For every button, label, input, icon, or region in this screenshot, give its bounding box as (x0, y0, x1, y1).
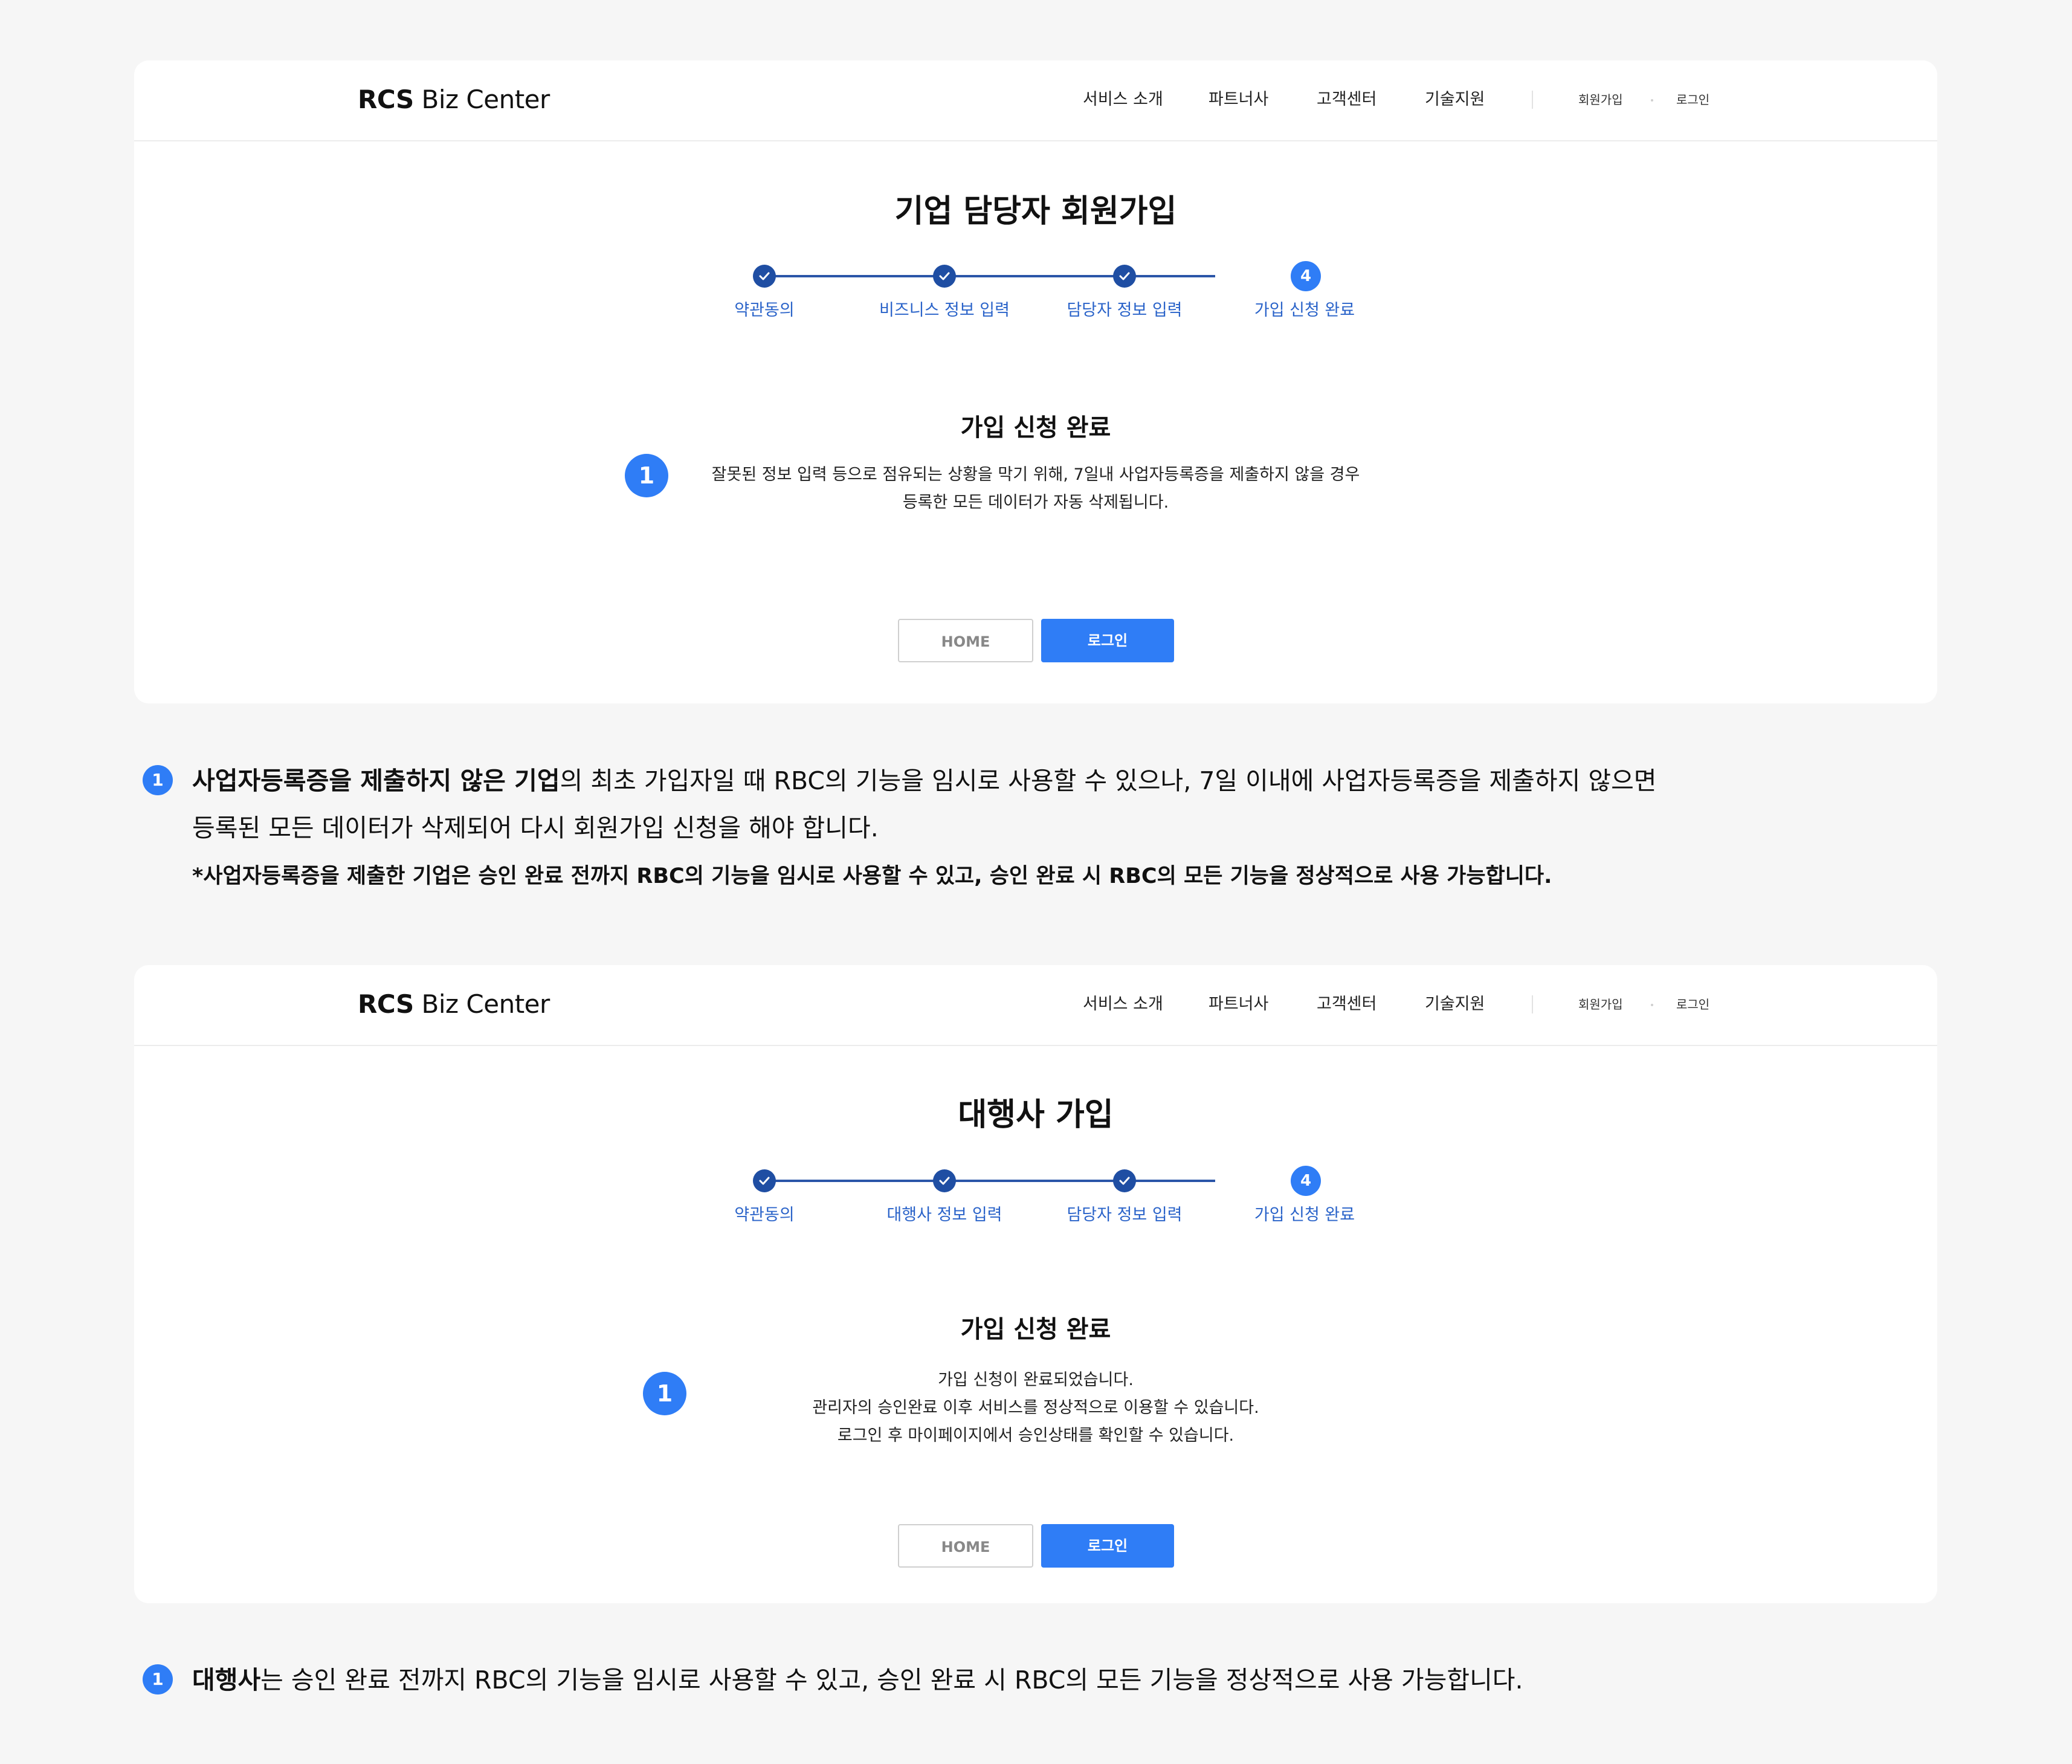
note-number-badge-icon: 1 (143, 765, 173, 795)
note1-line-1: 사업자등록증을 제출하지 않은 기업의 최초 가입자일 때 RBC의 기능을 임… (192, 763, 1657, 799)
message-line-1: 잘못된 정보 입력 등으로 점유되는 상황을 막기 위해, 7일내 사업자등록증… (711, 465, 1360, 484)
message-line-3: 로그인 후 마이페이지에서 승인상태를 확인할 수 있습니다. (837, 1426, 1234, 1445)
top-navigation: RCS Biz Center 서비스 소개 파트너사 고객센터 기술지원 회원가… (134, 965, 1937, 1046)
completion-title: 가입 신청 완료 (960, 414, 1111, 442)
logo-bold: RCS (358, 989, 414, 1019)
top-navigation: RCS Biz Center 서비스 소개 파트너사 고객센터 기술지원 회원가… (134, 60, 1937, 141)
agency-signup-screenshot: RCS Biz Center 서비스 소개 파트너사 고객센터 기술지원 회원가… (134, 965, 1937, 1603)
step-label-manager-info: 담당자 정보 입력 (1067, 1206, 1183, 1224)
step-label-complete: 가입 신청 완료 (1254, 301, 1355, 320)
completion-message: 잘못된 정보 입력 등으로 점유되는 상황을 막기 위해, 7일내 사업자등록증… (134, 461, 1937, 517)
step-2-check-icon (933, 265, 956, 288)
step-1-check-icon (753, 1169, 776, 1192)
message-line-2: 관리자의 승인완료 이후 서비스를 정상적으로 이용할 수 있습니다. (812, 1398, 1259, 1417)
step-1-check-icon (753, 265, 776, 288)
step-label-manager-info: 담당자 정보 입력 (1067, 301, 1183, 320)
completion-title: 가입 신청 완료 (960, 1316, 1111, 1343)
step-3-check-icon (1113, 1169, 1136, 1192)
nav-service-intro[interactable]: 서비스 소개 (1083, 992, 1163, 1016)
nav-divider (1532, 995, 1533, 1013)
note1-emphasis: 사업자등록증을 제출하지 않은 기업 (192, 766, 560, 795)
logo-text: Biz Center (413, 85, 550, 114)
home-button[interactable]: HOME (898, 1524, 1033, 1568)
nav-customer-center[interactable]: 고객센터 (1317, 992, 1376, 1016)
note2-line-1: 대행사는 승인 완료 전까지 RBC의 기능을 임시로 사용할 수 있고, 승인… (192, 1662, 1523, 1698)
util-separator (1651, 99, 1653, 102)
step-3-check-icon (1113, 265, 1136, 288)
nav-customer-center[interactable]: 고객센터 (1317, 88, 1376, 112)
login-button[interactable]: 로그인 (1041, 1524, 1174, 1568)
step-label-terms: 약관동의 (734, 1206, 795, 1224)
message-line-2: 등록한 모든 데이터가 자동 삭제됩니다. (902, 493, 1169, 512)
step-connector (764, 275, 1215, 277)
home-button[interactable]: HOME (898, 619, 1033, 662)
completion-message: 가입 신청이 완료되었습니다. 관리자의 승인완료 이후 서비스를 정상적으로 … (134, 1366, 1937, 1450)
step-connector (764, 1180, 1215, 1182)
signup-link[interactable]: 회원가입 (1578, 89, 1623, 110)
nav-partners[interactable]: 파트너사 (1209, 88, 1268, 112)
step-label-business-info: 비즈니스 정보 입력 (879, 301, 1010, 320)
nav-service-intro[interactable]: 서비스 소개 (1083, 88, 1163, 112)
corporate-signup-screenshot: RCS Biz Center 서비스 소개 파트너사 고객센터 기술지원 회원가… (134, 60, 1937, 703)
nav-tech-support[interactable]: 기술지원 (1425, 992, 1485, 1016)
note1-text: 의 최초 가입자일 때 RBC의 기능을 임시로 사용할 수 있으나, 7일 이… (560, 766, 1657, 795)
step-4-current-icon: 4 (1291, 1166, 1321, 1196)
page-title: 대행사 가입 (958, 1097, 1114, 1133)
step-label-complete: 가입 신청 완료 (1254, 1206, 1355, 1224)
note1-footnote: *사업자등록증을 제출한 기업은 승인 완료 전까지 RBC의 기능을 임시로 … (192, 864, 1552, 888)
logo-bold: RCS (358, 85, 414, 114)
login-button[interactable]: 로그인 (1041, 619, 1174, 662)
step-label-agency-info: 대행사 정보 입력 (886, 1206, 1002, 1224)
page-title: 기업 담당자 회원가입 (894, 193, 1177, 230)
note-number-badge-icon: 1 (143, 1664, 173, 1695)
rcs-biz-center-logo[interactable]: RCS Biz Center (358, 989, 550, 1019)
step-2-check-icon (933, 1169, 956, 1192)
message-line-1: 가입 신청이 완료되었습니다. (938, 1371, 1134, 1389)
note2-text: 는 승인 완료 전까지 RBC의 기능을 임시로 사용할 수 있고, 승인 완료… (260, 1665, 1523, 1695)
signup-link[interactable]: 회원가입 (1578, 994, 1623, 1015)
login-link[interactable]: 로그인 (1676, 994, 1709, 1015)
note2-emphasis: 대행사 (192, 1665, 261, 1695)
rcs-biz-center-logo[interactable]: RCS Biz Center (358, 85, 550, 115)
nav-partners[interactable]: 파트너사 (1209, 992, 1268, 1016)
util-separator (1651, 1004, 1653, 1006)
logo-text: Biz Center (413, 989, 550, 1019)
step-label-terms: 약관동의 (734, 301, 795, 320)
nav-tech-support[interactable]: 기술지원 (1425, 88, 1485, 112)
nav-divider (1532, 91, 1533, 109)
note1-line-2: 등록된 모든 데이터가 삭제되어 다시 회원가입 신청을 해야 합니다. (192, 813, 879, 842)
step-4-current-icon: 4 (1291, 261, 1321, 291)
login-link[interactable]: 로그인 (1676, 89, 1709, 110)
